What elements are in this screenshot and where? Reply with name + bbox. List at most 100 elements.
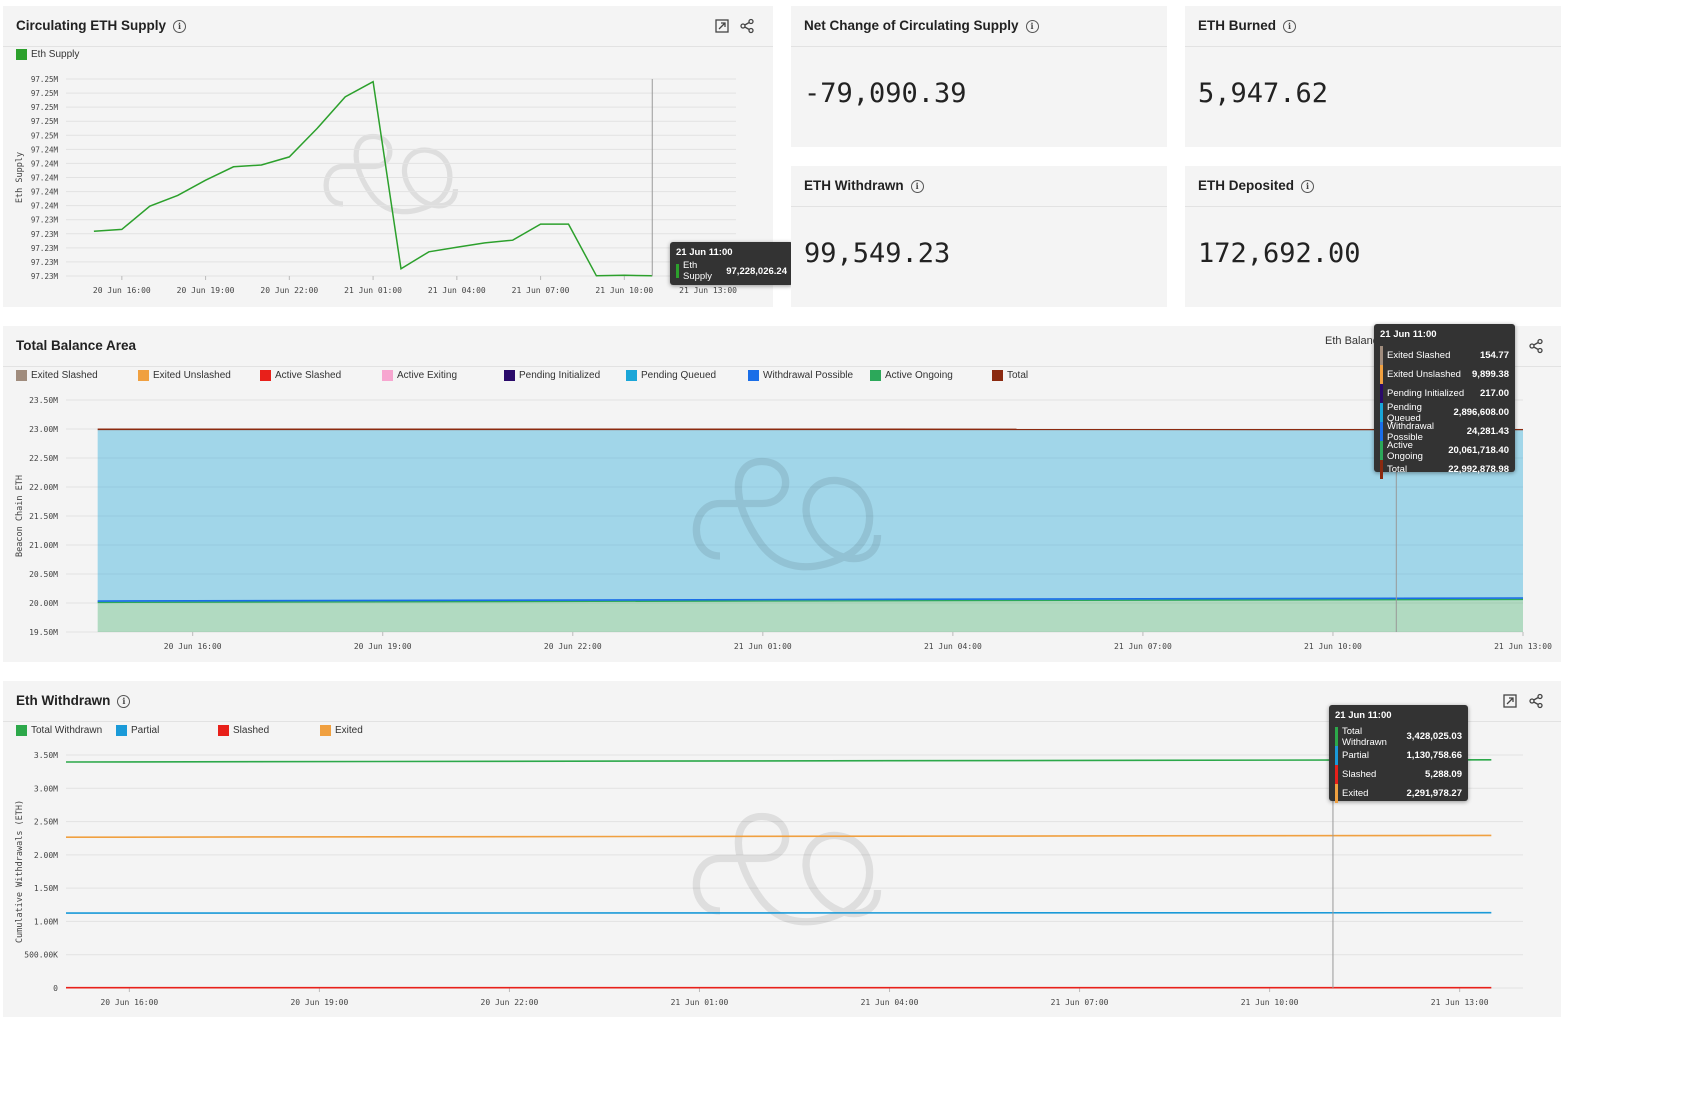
y-tick-label: 97.25M: [31, 75, 59, 84]
y-tick-label: 2.50M: [34, 818, 58, 827]
series-line-exited: [65, 834, 1492, 839]
tooltip-label: Pending Initialized: [1387, 388, 1465, 399]
y-tick-label: 97.25M: [31, 89, 59, 98]
x-tick-label: 21 Jun 07:00: [1051, 998, 1109, 1007]
x-tick-label: 20 Jun 22:00: [260, 286, 318, 295]
y-tick-label: 3.50M: [34, 751, 58, 760]
info-icon[interactable]: i: [1025, 20, 1039, 33]
x-tick-label: 20 Jun 19:00: [354, 642, 412, 651]
tooltip-value: 22,992,878.98: [1448, 464, 1509, 475]
card-header: ETH Deposited i: [1185, 166, 1561, 207]
tooltip-row: Total Withdrawn 3,428,025.03: [1335, 726, 1462, 748]
card-title: ETH Burned i: [1198, 18, 1297, 33]
tooltip-row: Withdrawal Possible 24,281.43: [1380, 421, 1509, 443]
balance-tooltip: 21 Jun 11:00 Exited Slashed 154.77 Exited …: [1374, 324, 1515, 479]
tooltip-value: 2,291,978.27: [1406, 788, 1462, 799]
tooltip-title: 21 Jun 11:00: [1335, 710, 1392, 721]
y-tick-label: 97.25M: [31, 103, 59, 112]
tooltip-row: Pending Initialized 217.00: [1380, 384, 1509, 403]
y-tick-label: 20.50M: [29, 570, 58, 579]
x-tick-label: 20 Jun 16:00: [164, 642, 222, 651]
y-tick-label: 0: [53, 984, 58, 993]
tooltip-row: Active Ongoing 20,061,718.40: [1380, 439, 1509, 462]
withdrawn-chart: 0 500.00K 1.00M 1.50M 2.00M 2.50M 3.00M 3.50M 20…: [15, 751, 1523, 1007]
y-tick-label: 22.00M: [29, 483, 58, 492]
info-icon[interactable]: i: [1283, 20, 1297, 33]
y-tick-label: 23.50M: [29, 396, 58, 405]
balance-panel: Total Balance Area Eth Balanc Exited Sla…: [3, 326, 1561, 662]
info-icon[interactable]: i: [910, 180, 924, 193]
x-tick-label: 20 Jun 19:00: [290, 998, 348, 1007]
supply-panel: Circulating ETH Supply i Eth Supply 97.23…: [3, 6, 773, 307]
card-header: Net Change of Circulating Supply i: [791, 6, 1167, 47]
tooltip-label: Eth Supply: [683, 260, 713, 282]
tooltip-row: Exited 2,291,978.27: [1335, 784, 1462, 803]
tooltip-label: Exited Unslashed: [1387, 369, 1461, 380]
supply-chart: 97.23M 97.23M 97.23M 97.23M 97.23M 97.24M 97.2…: [15, 75, 737, 295]
card-header: ETH Withdrawn i: [791, 166, 1167, 207]
x-tick-label: 21 Jun 01:00: [734, 642, 792, 651]
x-tick-label: 20 Jun 16:00: [93, 286, 151, 295]
y-tick-label: 97.23M: [31, 272, 59, 281]
tooltip-row: Pending Queued 2,896,608.00: [1380, 402, 1509, 424]
eth-burned-card: ETH Burned i 5,947.62: [1185, 6, 1561, 147]
x-tick-label: 20 Jun 22:00: [481, 998, 539, 1007]
x-tick-label: 21 Jun 13:00: [1431, 998, 1489, 1007]
card-title: Net Change of Circulating Supply i: [804, 18, 1039, 33]
y-tick-label: 97.23M: [31, 244, 59, 253]
tooltip-row: Exited Slashed 154.77: [1380, 346, 1509, 365]
withdrawn-panel: Eth Withdrawn i Total Withdrawn Partial Sla…: [3, 681, 1561, 1017]
withdrawn-tooltip: 21 Jun 11:00 Total Withdrawn 3,428,025.03…: [1329, 705, 1468, 803]
y-tick-label: 20.00M: [29, 599, 58, 608]
eth-withdrawn-card: ETH Withdrawn i 99,549.23: [791, 166, 1167, 307]
tooltip-label: Exited: [1342, 788, 1369, 799]
x-tick-label: 21 Jun 04:00: [861, 998, 919, 1007]
y-tick-label: 97.24M: [31, 174, 59, 183]
tooltip-value: 97,228,026.24: [726, 265, 787, 277]
y-tick-label: 22.50M: [29, 454, 58, 463]
card-title-text: ETH Deposited: [1198, 178, 1295, 193]
y-tick-label: 97.24M: [31, 188, 59, 197]
x-tick-label: 21 Jun 13:00: [679, 286, 737, 295]
watermark-path: [692, 812, 882, 926]
tooltip-row: Exited Unslashed 9,899.38: [1380, 365, 1509, 384]
tooltip-title: 21 Jun 11:00: [1380, 329, 1437, 340]
y-tick-label: 500.00K: [24, 951, 58, 960]
tooltip-label: Slashed: [1342, 769, 1377, 780]
eth-deposited-value: 172,692.00: [1198, 238, 1361, 269]
tooltip-value: 154.77: [1479, 350, 1509, 361]
x-tick-label: 20 Jun 19:00: [177, 286, 235, 295]
y-tick-label: 1.00M: [34, 917, 58, 926]
x-tick-label: 21 Jun 01:00: [344, 286, 402, 295]
eth-deposited-card: ETH Deposited i 172,692.00: [1185, 166, 1561, 307]
tooltip-row: Slashed 5,288.09: [1335, 765, 1462, 784]
tooltip-label: Active Ongoing: [1387, 439, 1423, 462]
net-change-card: Net Change of Circulating Supply i -79,09…: [791, 6, 1167, 147]
y-tick-label: 97.23M: [31, 216, 59, 225]
tooltip-value: 217.00: [1479, 388, 1509, 399]
net-change-value: -79,090.39: [804, 78, 967, 109]
series-line-total-withdrawn: [65, 758, 1492, 763]
y-axis-label: Eth Supply: [15, 152, 25, 203]
tooltip-value: 9,899.38: [1472, 369, 1509, 380]
card-title-text: Net Change of Circulating Supply: [804, 18, 1019, 33]
series-line-eth-supply: [93, 80, 653, 277]
y-tick-label: 97.23M: [31, 258, 59, 267]
eth-withdrawn-value: 99,549.23: [804, 238, 951, 269]
tooltip-value: 5,288.09: [1425, 769, 1462, 780]
tooltip-label: Partial: [1342, 750, 1369, 761]
y-tick-label: 3.00M: [34, 784, 58, 793]
tooltip-value: 3,428,025.03: [1406, 731, 1462, 742]
y-tick-label: 23.00M: [29, 425, 58, 434]
x-tick-label: 21 Jun 04:00: [428, 286, 486, 295]
y-axis-label: Beacon Chain ETH: [15, 475, 25, 557]
y-tick-label: 97.25M: [31, 117, 59, 126]
area-active-ongoing: [97, 599, 1523, 632]
x-tick-label: 21 Jun 13:00: [1494, 642, 1552, 651]
info-icon[interactable]: i: [1301, 180, 1315, 193]
tooltip-value: 24,281.43: [1466, 426, 1509, 437]
x-tick-label: 20 Jun 16:00: [100, 998, 158, 1007]
tooltip-row: Total 22,992,878.98: [1380, 460, 1509, 479]
card-title-text: ETH Burned: [1198, 18, 1277, 33]
y-axis-label: Cumulative Withdrawals (ETH): [15, 800, 25, 943]
